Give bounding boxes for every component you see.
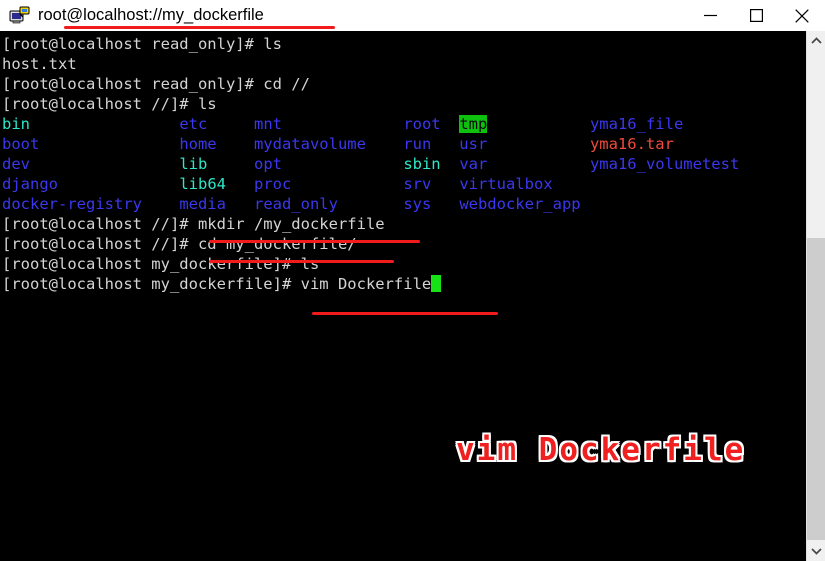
terminal-text-span: media: [179, 195, 226, 213]
window-title: root@localhost://my_dockerfile: [38, 6, 264, 24]
minimize-icon: [703, 14, 717, 17]
terminal-text-span: webdocker_app: [459, 195, 581, 213]
minimize-button[interactable]: [687, 1, 733, 31]
terminal-text-span: [207, 115, 254, 133]
underline-title-annotation: [64, 26, 335, 29]
underline-cd-annotation: [209, 260, 394, 263]
terminal-text-span: host.txt: [2, 55, 77, 73]
terminal-line: dev lib opt sbin var yma16_volumetest: [2, 154, 739, 174]
window-title-area: root@localhost://my_dockerfile: [38, 0, 687, 31]
chevron-up-icon: [810, 37, 822, 44]
terminal-text-span: [366, 135, 403, 153]
vertical-scrollbar[interactable]: [806, 31, 825, 561]
terminal-line: docker-registry media read_only sys webd…: [2, 194, 739, 214]
terminal-text-span: sys: [403, 195, 432, 213]
terminal-text-span: run: [403, 135, 432, 153]
terminal-text-span: root: [403, 115, 441, 133]
terminal-text-span: srv: [403, 175, 432, 193]
scrollbar-thumb[interactable]: [807, 238, 825, 540]
terminal-text-span: django: [2, 175, 58, 193]
terminal-text-span: yma16.tar: [589, 135, 674, 153]
terminal-cursor: [431, 275, 442, 292]
terminal-line: [root@localhost //]# mkdir /my_dockerfil…: [2, 214, 739, 234]
chevron-down-icon: [810, 548, 822, 555]
terminal-text-span: etc: [179, 115, 208, 133]
terminal-text-span: mnt: [253, 115, 282, 133]
terminal-line: [root@localhost read_only]# cd //: [2, 74, 739, 94]
terminal-text-span: [431, 135, 459, 153]
terminal-text-span: [431, 175, 459, 193]
terminal-text-span: dev: [2, 155, 30, 173]
terminal-text-span: [58, 175, 179, 193]
terminal-text-span: docker-registry: [2, 195, 142, 213]
terminal-text-span: [282, 115, 403, 133]
terminal-text-span: [root@localhost //]# mkdir /my_dockerfil…: [2, 215, 385, 233]
terminal-window: root@localhost://my_dockerfile [root@loc…: [0, 0, 825, 561]
terminal-text-span: [441, 115, 460, 133]
putty-terminal-icon: [9, 5, 31, 27]
terminal-text-span: opt: [253, 155, 282, 173]
terminal-text-span: tmp: [459, 115, 488, 133]
terminal-text-span: [226, 175, 254, 193]
terminal-line: boot home mydatavolume run usr yma16.tar: [2, 134, 739, 154]
terminal-body[interactable]: [root@localhost read_only]# ls host.txt [r…: [0, 31, 806, 561]
terminal-text-span: sbin: [403, 155, 441, 173]
terminal-text-span: bin: [2, 115, 30, 133]
scrollbar-down-button[interactable]: [807, 541, 825, 561]
terminal-line: [root@localhost my_dockerfile]# vim Dock…: [2, 274, 739, 294]
terminal-text-span: [487, 115, 590, 133]
terminal-text-span: [30, 155, 179, 173]
terminal-text-span: [226, 195, 254, 213]
terminal-text-span: usr: [459, 135, 488, 153]
window-titlebar: root@localhost://my_dockerfile: [0, 0, 825, 32]
terminal-text-span: proc: [254, 175, 292, 193]
terminal-text-span: [431, 195, 459, 213]
terminal-line: [root@localhost read_only]# ls: [2, 34, 739, 54]
scrollbar-track-upper[interactable]: [807, 51, 825, 238]
terminal-text-span: [487, 155, 590, 173]
terminal-text-span: [root@localhost my_dockerfile]# ls: [2, 255, 320, 273]
terminal-text-span: [441, 155, 460, 173]
terminal-line: [root@localhost //]# ls: [2, 94, 739, 114]
terminal-line: host.txt: [2, 54, 739, 74]
terminal-text-span: [30, 115, 179, 133]
terminal-text-span: read_only: [253, 195, 338, 213]
terminal-text-span: [39, 135, 179, 153]
maximize-button[interactable]: [733, 1, 779, 31]
maximize-icon: [749, 9, 763, 22]
terminal-line: [root@localhost //]# cd my_dockerfile/: [2, 234, 739, 254]
terminal-text-span: [207, 155, 254, 173]
terminal-line: bin etc mnt root tmp yma16_file: [2, 114, 739, 134]
terminal-text-span: mydatavolume: [253, 135, 366, 153]
terminal-text-span: [root@localhost read_only]# cd //: [2, 75, 310, 93]
terminal-text-span: [487, 135, 590, 153]
terminal-text-span: boot: [2, 135, 40, 153]
terminal-text-span: home: [179, 135, 217, 153]
underline-mkdir-annotation: [209, 240, 420, 243]
terminal-text-span: [338, 195, 403, 213]
terminal-text-span: [217, 135, 254, 153]
terminal-text-span: yma16_file: [589, 115, 684, 133]
annotation-caption: vim Dockerfile: [456, 432, 746, 468]
terminal-line: django lib64 proc srv virtualbox: [2, 174, 739, 194]
close-icon: [795, 8, 809, 23]
terminal-text-span: var: [459, 155, 488, 173]
terminal-text-span: [291, 175, 403, 193]
scrollbar-up-button[interactable]: [807, 31, 825, 51]
terminal-text-span: yma16_volumetest: [589, 155, 740, 173]
terminal-output: [root@localhost read_only]# ls host.txt [r…: [2, 34, 739, 294]
terminal-text-span: virtualbox: [459, 175, 553, 193]
terminal-text-span: [root@localhost read_only]# ls: [2, 35, 282, 53]
underline-vim-annotation: [312, 312, 498, 315]
terminal-text-span: [142, 195, 179, 213]
terminal-text-span: [root@localhost //]# cd my_dockerfile/: [2, 235, 357, 253]
close-button[interactable]: [779, 1, 825, 31]
terminal-text-span: [root@localhost //]# ls: [2, 95, 217, 113]
terminal-text-span: lib: [179, 155, 208, 173]
terminal-text-span: lib64: [179, 175, 226, 193]
terminal-line: [root@localhost my_dockerfile]# ls: [2, 254, 739, 274]
terminal-text-span: [root@localhost my_dockerfile]# vim Dock…: [2, 275, 432, 293]
terminal-text-span: [282, 155, 403, 173]
